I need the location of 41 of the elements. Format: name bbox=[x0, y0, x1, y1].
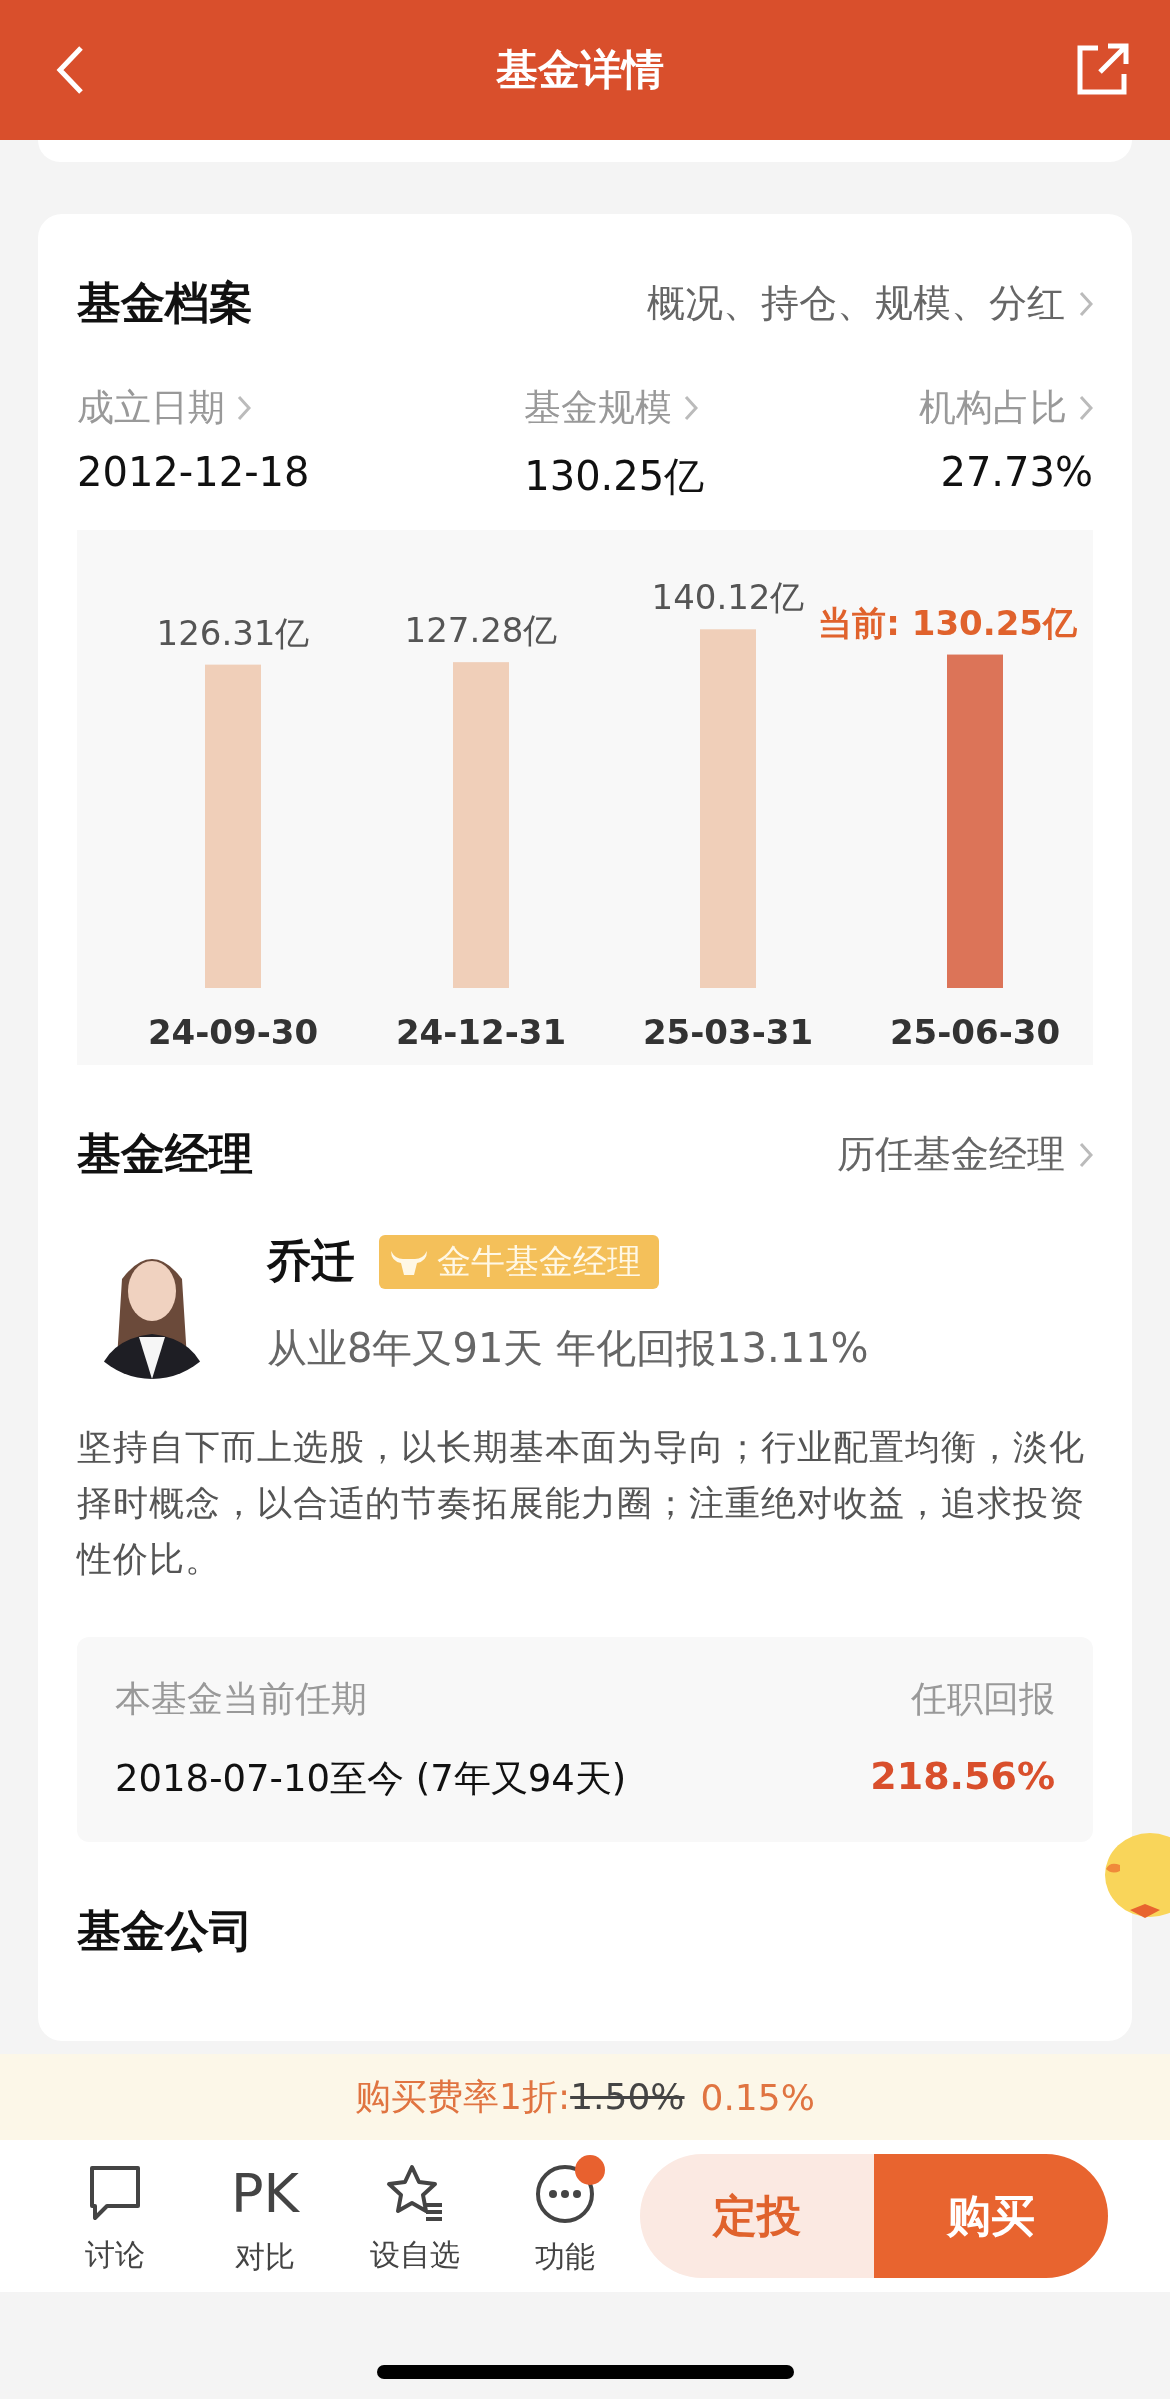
toolbar-item[interactable]: 设自选 bbox=[340, 2154, 490, 2278]
stat-value: 2012-12-18 bbox=[77, 449, 310, 495]
return-label: 任职回报 bbox=[910, 1677, 1055, 1721]
managers-link[interactable]: 历任基金经理 bbox=[837, 1129, 1093, 1180]
chevron-icon bbox=[1079, 1141, 1093, 1168]
toolbar-item[interactable]: PK 对比 bbox=[190, 2154, 340, 2278]
more-icon bbox=[534, 2162, 596, 2225]
return-value: 218.56% bbox=[870, 1754, 1055, 1800]
page-title: 基金详情 bbox=[495, 44, 664, 96]
stat-value: 130.25亿 bbox=[524, 452, 705, 501]
fee-label: 购买费率1折:1.50% bbox=[355, 2074, 685, 2119]
chevron-icon bbox=[684, 395, 699, 421]
bar-value-label: 当前: 130.25亿 bbox=[818, 602, 1077, 643]
axis-label: 25-06-30 bbox=[889, 1012, 1061, 1052]
tenure-period: 2018-07-10至今 (7年又94天) bbox=[115, 1756, 628, 1802]
badge-text: 金牛基金经理 bbox=[437, 1239, 641, 1283]
chevron-icon bbox=[237, 395, 251, 421]
discounted-fee: 0.15% bbox=[700, 2076, 815, 2118]
buy-button[interactable]: 购买 bbox=[874, 2154, 1108, 2278]
axis-label: 25-03-31 bbox=[642, 1012, 814, 1052]
pk-icon: PK bbox=[231, 2162, 299, 2225]
axis-label: 24-09-30 bbox=[147, 1012, 319, 1052]
manager-summary: 从业8年又91天 年化回报13.11% bbox=[267, 1324, 869, 1373]
toolbar-item[interactable]: 功能 bbox=[490, 2154, 640, 2278]
bar-value-label: 126.31亿 bbox=[156, 612, 310, 653]
axis-label: 24-12-31 bbox=[395, 1012, 567, 1052]
stat-value: 27.73% bbox=[940, 449, 1093, 495]
back-button[interactable] bbox=[55, 44, 85, 96]
auto-invest-button[interactable]: 定投 bbox=[640, 2154, 874, 2278]
toolbar-item[interactable]: 讨论 bbox=[40, 2154, 190, 2278]
chevron-icon bbox=[1079, 290, 1093, 317]
bar-value-label: 140.12亿 bbox=[651, 577, 805, 618]
manager-name: 乔迁 bbox=[267, 1234, 355, 1288]
profile-link[interactable]: 概况、持仓、规模、分红 bbox=[647, 278, 1093, 329]
section-title: 基金档案 bbox=[77, 276, 253, 330]
tenure-label: 本基金当前任期 bbox=[115, 1677, 368, 1721]
chevron-icon bbox=[1079, 395, 1093, 421]
section-title: 基金经理 bbox=[77, 1127, 253, 1181]
section-title: 基金公司 bbox=[77, 1904, 253, 1958]
bar-value-label: 127.28亿 bbox=[404, 610, 558, 651]
manager-description: 坚持自下而上选股，以长期基本面为导向；行业配置均衡，淡化择时概念，以合适的节奏拓展能力圈；注重绝对收益，追求投资性价比。 bbox=[77, 1426, 1086, 1581]
